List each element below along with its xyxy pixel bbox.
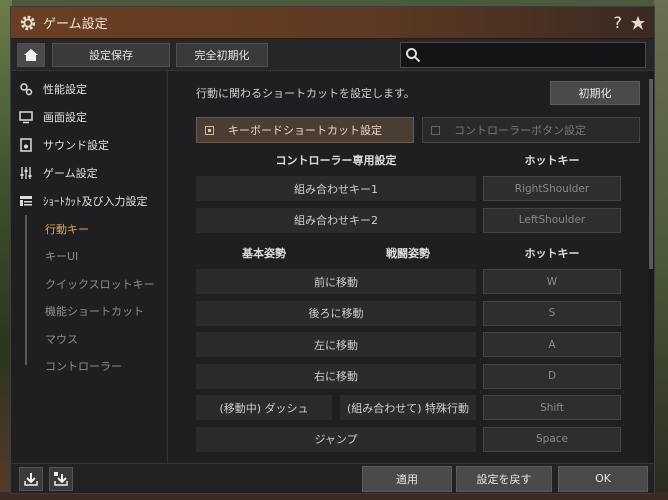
- submenu-line: [25, 215, 27, 365]
- home-icon: [24, 48, 38, 61]
- action-label: 前に移動: [196, 269, 476, 295]
- sidebar-item-label: 画面設定: [43, 111, 87, 124]
- title-bar[interactable]: ゲーム設定 ?: [11, 7, 654, 39]
- gear-icon: [20, 15, 36, 30]
- initialize-button[interactable]: 初期化: [550, 81, 640, 105]
- sidebar-item-sound[interactable]: サウンド設定: [11, 131, 167, 159]
- window-title: ゲーム設定: [43, 17, 108, 32]
- background-right: [654, 0, 668, 500]
- submenu-item-quickslot-keys[interactable]: クイックスロットキー: [25, 270, 167, 298]
- action-label: 後ろに移動: [196, 300, 476, 326]
- table-row: 右に移動 D: [196, 361, 640, 393]
- action-label: 組み合わせキー2: [196, 207, 476, 233]
- speaker-icon: [20, 138, 32, 152]
- scrollbar-thumb[interactable]: [649, 79, 653, 269]
- apply-button[interactable]: 適用: [362, 465, 452, 492]
- full-reset-button[interactable]: 完全初期化: [176, 42, 268, 67]
- download-icon: [24, 472, 38, 486]
- table-row: 後ろに移動 S: [196, 298, 640, 330]
- hotkey-header: ホットキー: [524, 246, 580, 260]
- download-icon: [54, 471, 68, 486]
- hotkey-field[interactable]: D: [483, 363, 621, 389]
- search-icon: [406, 47, 421, 62]
- sidebar-item-label: サウンド設定: [43, 139, 109, 152]
- keyboard-shortcut-mode[interactable]: キーボードショートカット設定: [196, 117, 414, 143]
- table-row: 組み合わせキー1 RightShoulder: [196, 173, 640, 205]
- table-row: 前に移動 W: [196, 266, 640, 298]
- table-row: 左に移動 A: [196, 329, 640, 361]
- checkbox-icon: [431, 125, 440, 135]
- hotkey-field[interactable]: Shift: [483, 395, 621, 421]
- list-icon: [20, 196, 32, 206]
- submenu-item-function-shortcuts[interactable]: 機能ショートカット: [25, 298, 167, 326]
- settings-window: ゲーム設定 ? 設定保存 完全初期化 性能設定 画面設定 サウンド設定 ゲーム設…: [10, 6, 655, 494]
- sidebar: 性能設定 画面設定 サウンド設定 ゲーム設定 ｼｮｰﾄｶｯﾄ及び入力設定 行動キ…: [11, 71, 168, 463]
- sidebar-item-label: ゲーム設定: [43, 167, 98, 180]
- combat-stance-header: 戦闘姿勢: [386, 246, 430, 260]
- sidebar-item-display[interactable]: 画面設定: [11, 103, 167, 131]
- sliders-icon: [20, 167, 32, 179]
- table-row: ジャンプ Space: [196, 424, 640, 456]
- controller-button-mode[interactable]: コントローラーボタン設定: [422, 117, 640, 143]
- action-label: 組み合わせキー1: [196, 176, 476, 202]
- home-button[interactable]: [17, 42, 45, 67]
- hotkey-field[interactable]: W: [483, 269, 621, 295]
- performance-icon: [20, 83, 33, 96]
- basic-stance-header: 基本姿勢: [242, 246, 286, 260]
- export-button[interactable]: [49, 466, 73, 491]
- monitor-icon: [19, 111, 33, 124]
- hotkey-header: ホットキー: [524, 153, 580, 167]
- sidebar-item-shortcuts[interactable]: ｼｮｰﾄｶｯﾄ及び入力設定: [11, 187, 167, 215]
- main-panel: 行動に関わるショートカットを設定します。 初期化 キーボードショートカット設定 …: [168, 71, 654, 463]
- mode-label: キーボードショートカット設定: [228, 124, 382, 137]
- scrollbar[interactable]: [648, 71, 654, 463]
- action-label: 右に移動: [196, 363, 476, 389]
- footer-bar: 適用 設定を戻す OK: [11, 463, 654, 493]
- submenu-item-controller[interactable]: コントローラー: [25, 353, 167, 381]
- action-label: ジャンプ: [196, 426, 476, 452]
- hotkey-field[interactable]: Space: [483, 426, 621, 452]
- submenu-item-key-ui[interactable]: キーUI: [25, 243, 167, 271]
- submenu-item-action-keys[interactable]: 行動キー: [25, 215, 167, 243]
- action-label: 左に移動: [196, 332, 476, 358]
- mode-label: コントローラーボタン設定: [454, 124, 586, 137]
- controller-section-header: コントローラー専用設定: [275, 153, 397, 167]
- ok-button[interactable]: OK: [558, 465, 648, 492]
- table-row: (移動中) ダッシュ (組み合わせて) 特殊行動 Shift: [196, 392, 640, 424]
- panel-description: 行動に関わるショートカットを設定します。: [196, 87, 415, 100]
- hotkey-field[interactable]: A: [483, 332, 621, 358]
- submenu-item-mouse[interactable]: マウス: [25, 325, 167, 353]
- toolbar: 設定保存 完全初期化: [11, 39, 654, 71]
- hotkey-field[interactable]: LeftShoulder: [483, 207, 621, 233]
- revert-settings-button[interactable]: 設定を戻す: [456, 465, 552, 492]
- save-settings-button[interactable]: 設定保存: [52, 42, 170, 67]
- action-label: (組み合わせて) 特殊行動: [340, 395, 476, 421]
- sidebar-item-label: 性能設定: [43, 83, 87, 96]
- submenu: 行動キー キーUI クイックスロットキー 機能ショートカット マウス コントロー…: [25, 215, 167, 380]
- emblem-icon[interactable]: [630, 15, 646, 31]
- sidebar-item-performance[interactable]: 性能設定: [11, 75, 167, 103]
- sidebar-item-game[interactable]: ゲーム設定: [11, 159, 167, 187]
- hotkey-field[interactable]: RightShoulder: [483, 176, 621, 202]
- sidebar-item-label: ｼｮｰﾄｶｯﾄ及び入力設定: [43, 195, 148, 208]
- import-button[interactable]: [19, 466, 43, 491]
- help-button[interactable]: ?: [614, 13, 623, 32]
- action-label: (移動中) ダッシュ: [196, 395, 332, 421]
- table-row: 組み合わせキー2 LeftShoulder: [196, 205, 640, 237]
- search-input[interactable]: [400, 41, 646, 68]
- checkbox-icon: [205, 125, 214, 135]
- hotkey-field[interactable]: S: [483, 300, 621, 326]
